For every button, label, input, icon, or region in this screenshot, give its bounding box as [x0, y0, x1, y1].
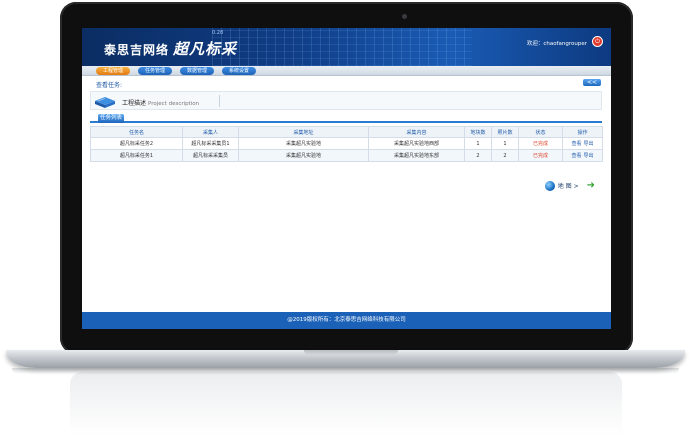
- column-header: 采集人: [182, 126, 239, 138]
- column-header: 采集内容: [368, 126, 465, 138]
- task-table: 任务名 采集人 采集地址 采集内容 地块数 照片数 状态 操作 超凡标采任务2 …: [90, 126, 603, 162]
- task-list-header: 任务列表: [90, 114, 602, 123]
- status-badge: 已完成: [518, 149, 563, 162]
- tab-system-settings[interactable]: 系统设置: [222, 67, 256, 75]
- arrow-right-icon[interactable]: ➜: [587, 180, 595, 191]
- power-icon[interactable]: ⏻: [592, 36, 603, 47]
- map-link[interactable]: 地 图 > ➜: [544, 180, 595, 192]
- project-description-panel: 工程描述 Project description: [90, 91, 602, 110]
- sub-header: 查看任务: <<: [82, 77, 611, 89]
- task-name: 超凡标采任务2: [90, 137, 183, 150]
- task-content: 采集超凡实验地东部: [368, 149, 465, 162]
- welcome-label: 欢迎：: [526, 41, 544, 47]
- circuit-pattern: [212, 28, 472, 66]
- tab-task-list[interactable]: 任务列表: [98, 114, 124, 123]
- header-banner: 0.28 泰思吉网络 超凡标采 欢迎：chaofangrouper ⏻: [82, 28, 611, 66]
- book-icon: [95, 97, 115, 108]
- username[interactable]: chaofangrouper: [543, 41, 587, 47]
- export-link[interactable]: 导出: [584, 141, 594, 147]
- globe-icon: [544, 180, 555, 191]
- welcome-text: 欢迎：chaofangrouper: [527, 39, 587, 47]
- task-photos: 2: [491, 149, 519, 162]
- export-link[interactable]: 导出: [584, 153, 594, 159]
- view-link[interactable]: 查看: [571, 141, 581, 147]
- column-header: 操作: [562, 126, 603, 138]
- task-actions: 查看 导出: [562, 149, 603, 162]
- table-row: 超凡标采任务2 超凡标采采集员1 采集超凡实验地 采集超凡实验地西部 1 1 已…: [90, 137, 603, 150]
- camera-icon: [402, 14, 407, 19]
- laptop-notch: [304, 350, 398, 355]
- project-description-label: 工程描述 Project description: [122, 98, 199, 107]
- footer: @2019版权所有：北京泰思吉网络科技有限公司: [82, 312, 611, 329]
- task-collector: 超凡标采采集员1: [182, 137, 239, 150]
- task-name: 超凡标采任务1: [90, 149, 183, 162]
- task-address: 采集超凡实验地: [238, 149, 369, 162]
- logo-company: 泰思吉网络: [104, 43, 170, 57]
- table-header-row: 任务名 采集人 采集地址 采集内容 地块数 照片数 状态 操作: [90, 126, 603, 138]
- app-screen: 0.28 泰思吉网络 超凡标采 欢迎：chaofangrouper ⏻ 工程管理 …: [82, 28, 611, 329]
- task-plots: 1: [464, 137, 492, 150]
- task-content: 采集超凡实验地西部: [368, 137, 465, 150]
- laptop-base: [6, 350, 685, 368]
- app-logo: 泰思吉网络 超凡标采: [104, 38, 237, 59]
- laptop-mockup: 0.28 泰思吉网络 超凡标采 欢迎：chaofangrouper ⏻ 工程管理 …: [0, 0, 691, 442]
- view-link[interactable]: 查看: [571, 153, 581, 159]
- task-collector: 超凡标采采集员: [182, 149, 239, 162]
- column-header: 状态: [518, 126, 563, 138]
- tab-project-management[interactable]: 工程管理: [96, 67, 130, 75]
- banner-deco-number: 0.28: [212, 30, 224, 36]
- column-header: 采集地址: [238, 126, 369, 138]
- divider: [219, 95, 220, 107]
- logo-product: 超凡标采: [173, 40, 238, 58]
- column-header: 任务名: [90, 126, 183, 138]
- project-label-en: Project description: [148, 101, 200, 107]
- column-header: 地块数: [464, 126, 492, 138]
- laptop-reflection: [70, 372, 622, 436]
- status-badge: 已完成: [518, 137, 563, 150]
- tab-task-management[interactable]: 任务管理: [138, 67, 172, 75]
- page-title: 查看任务:: [96, 82, 123, 89]
- task-actions: 查看 导出: [562, 137, 603, 150]
- task-photos: 1: [491, 137, 519, 150]
- task-plots: 2: [464, 149, 492, 162]
- table-row: 超凡标采任务1 超凡标采采集员 采集超凡实验地 采集超凡实验地东部 2 2 已完…: [90, 149, 603, 162]
- laptop-base-reflection: [12, 368, 679, 374]
- task-address: 采集超凡实验地: [238, 137, 369, 150]
- tab-data-management[interactable]: 数据管理: [180, 67, 214, 75]
- column-header: 照片数: [491, 126, 519, 138]
- back-button[interactable]: <<: [583, 79, 601, 86]
- main-nav: 工程管理 任务管理 数据管理 系统设置: [82, 66, 611, 76]
- project-label-cn: 工程描述: [122, 100, 147, 107]
- map-link-label: 地 图 >: [557, 183, 579, 190]
